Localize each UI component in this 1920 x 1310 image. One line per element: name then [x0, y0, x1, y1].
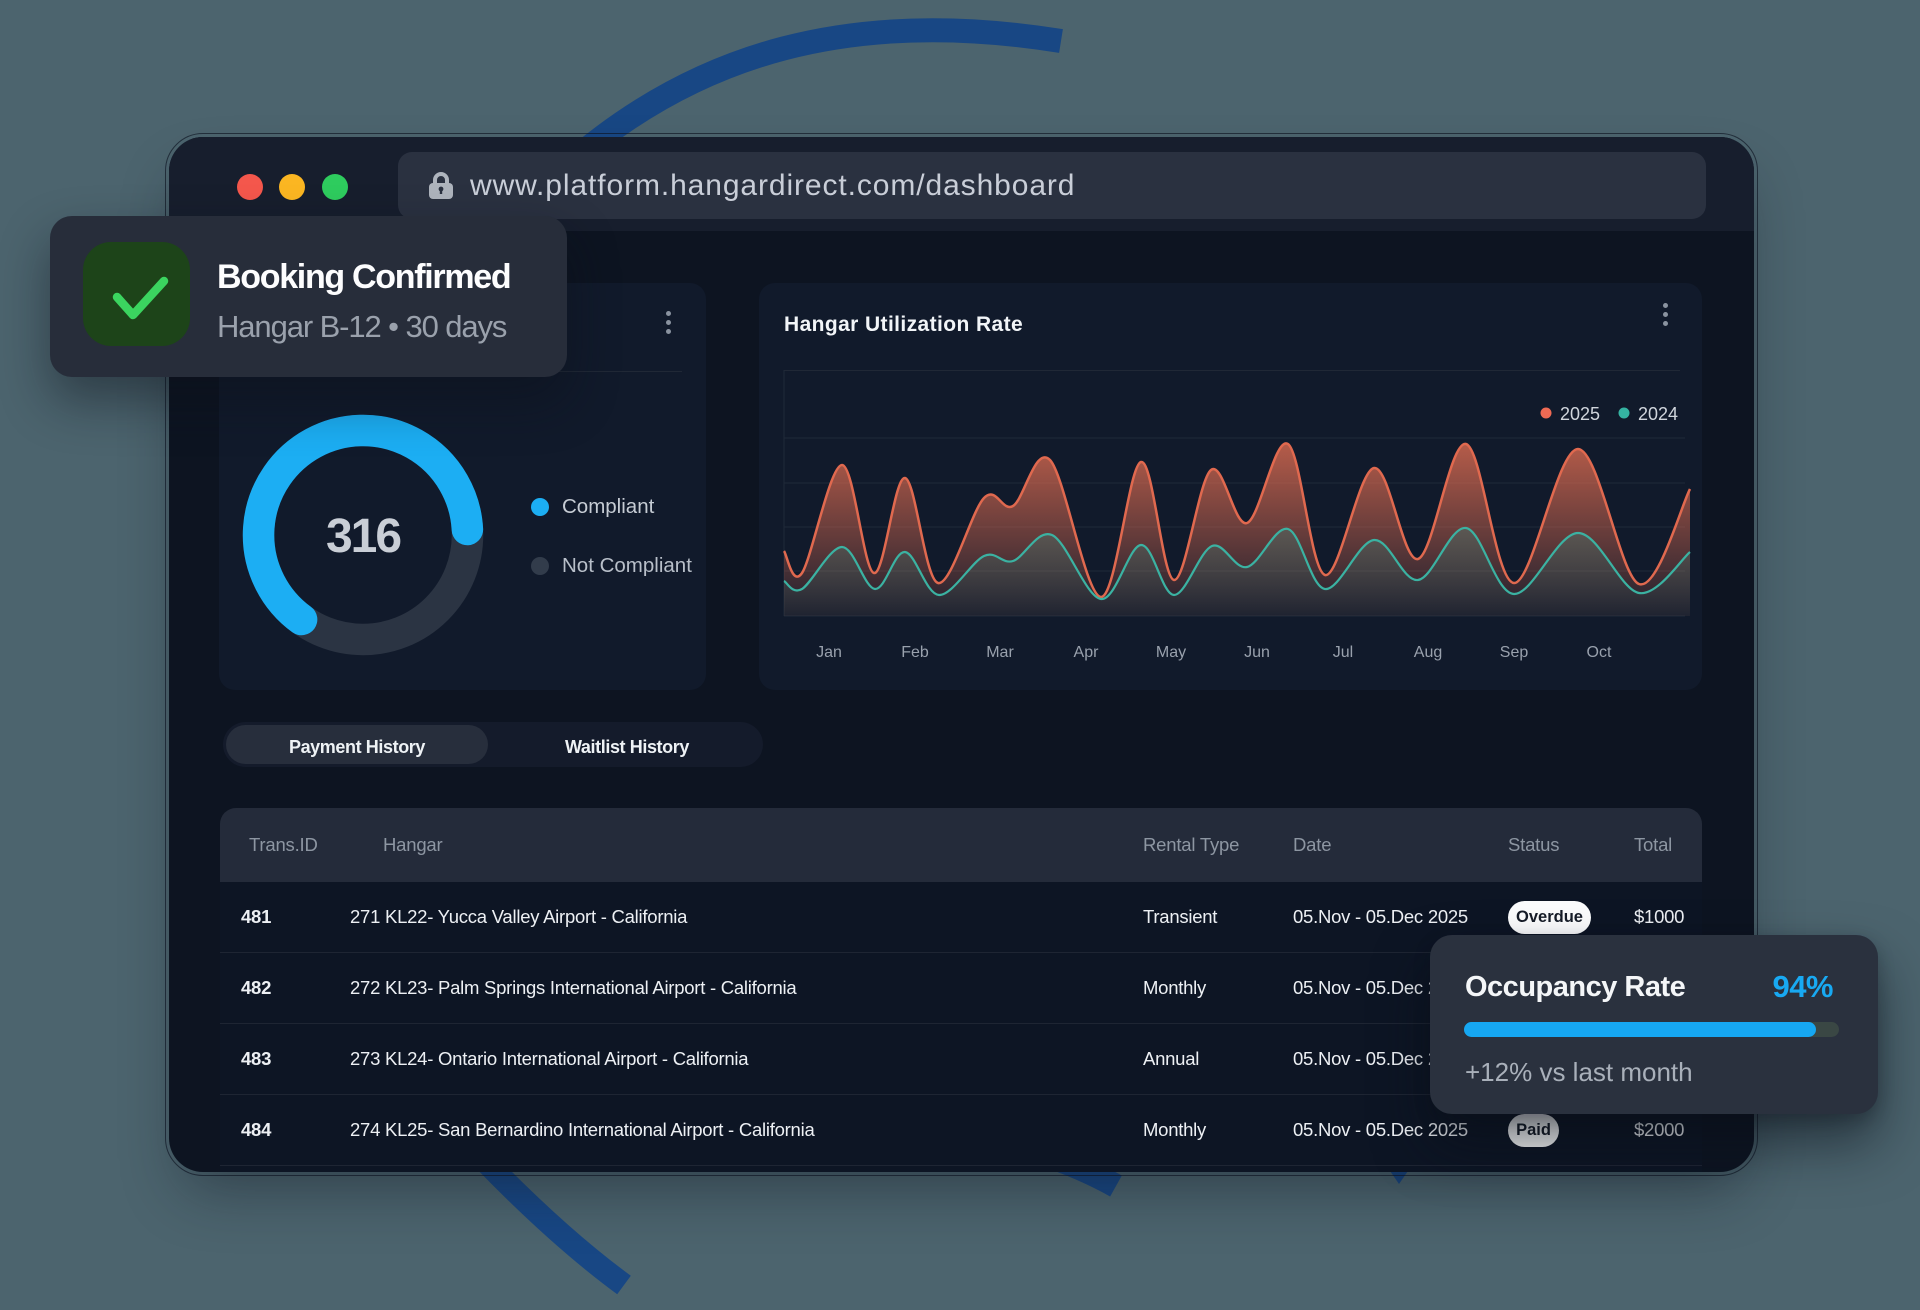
- svg-text:2025: 2025: [1560, 404, 1600, 424]
- svg-text:Sep: Sep: [1500, 644, 1529, 661]
- svg-text:Jun: Jun: [1244, 644, 1270, 661]
- svg-text:Mar: Mar: [986, 644, 1014, 661]
- svg-text:Feb: Feb: [901, 644, 929, 661]
- svg-text:Apr: Apr: [1074, 644, 1100, 661]
- svg-text:Oct: Oct: [1587, 644, 1612, 661]
- svg-text:2024: 2024: [1638, 404, 1678, 424]
- svg-text:May: May: [1156, 644, 1186, 661]
- svg-text:Jul: Jul: [1333, 644, 1353, 661]
- svg-text:316: 316: [326, 510, 400, 563]
- svg-text:Jan: Jan: [816, 644, 842, 661]
- svg-text:Aug: Aug: [1414, 644, 1442, 661]
